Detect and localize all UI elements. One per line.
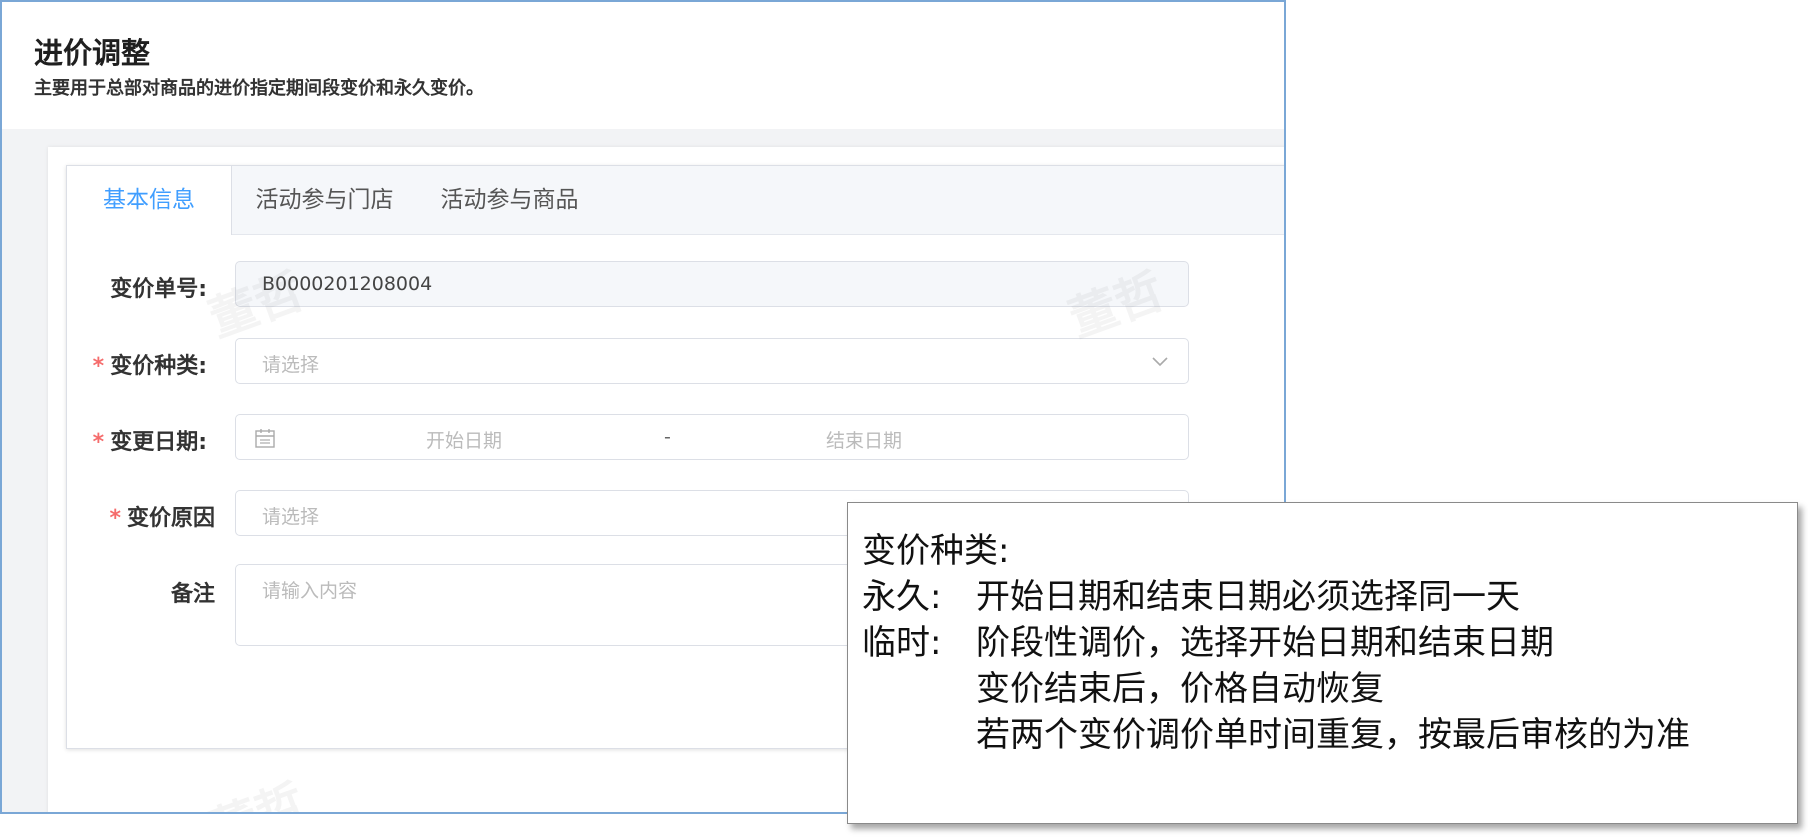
note-title: 变价种类: [862,531,1010,571]
reason-label: * 变价原因 [15,500,215,532]
note-line-temporary: 临时: 阶段性调价，选择开始日期和结束日期 [862,615,1554,664]
price-type-select[interactable]: 请选择 [235,338,1189,384]
order-no-label-text: 变价单号: [110,277,207,302]
start-date-input[interactable]: 开始日期 [426,426,502,453]
remark-label-text: 备注 [170,582,215,607]
end-date-input[interactable]: 结束日期 [826,426,902,453]
page-title: 进价调整 [34,36,151,70]
reason-label-text: 变价原因 [126,506,215,531]
note-line-overlap: 若两个变价调价单时间重复，按最后审核的为准 [976,715,1690,755]
tab-basic-info[interactable]: 基本信息 [67,166,232,235]
change-date-label-text: 变更日期: [110,430,207,455]
required-mark: * [109,506,121,531]
note-prefix-permanent: 永久: [862,577,942,617]
order-no-field: B0000201208004 [235,261,1189,307]
tab-participating-stores[interactable]: 活动参与门店 [232,166,417,234]
date-range-picker[interactable]: 开始日期 - 结束日期 [235,414,1189,460]
remark-placeholder: 请输入内容 [262,580,358,602]
date-separator: - [664,426,671,448]
price-type-placeholder: 请选择 [262,354,320,376]
price-type-label: * 变价种类: [7,348,207,380]
watermark: 董哲 [199,763,313,812]
note-line-restore: 变价结束后，价格自动恢复 [976,669,1384,709]
page-header: 进价调整 主要用于总部对商品的进价指定期间段变价和永久变价。 [2,2,1284,129]
note-prefix-temporary: 临时: [862,623,942,663]
change-date-label: * 变更日期: [7,424,207,456]
remark-label: 备注 [15,576,215,608]
page-subtitle: 主要用于总部对商品的进价指定期间段变价和永久变价。 [34,78,484,99]
note-text-temporary: 阶段性调价，选择开始日期和结束日期 [976,623,1554,663]
order-no-value: B0000201208004 [262,273,433,295]
required-mark: * [92,430,105,455]
calendar-icon [254,427,276,454]
note-text-permanent: 开始日期和结束日期必须选择同一天 [976,577,1520,617]
tab-participating-products[interactable]: 活动参与商品 [417,166,602,234]
note-line-permanent: 永久: 开始日期和结束日期必须选择同一天 [862,569,1520,618]
required-mark: * [92,354,105,379]
annotation-note: 变价种类: 永久: 开始日期和结束日期必须选择同一天 临时: 阶段性调价，选择开始日… [847,502,1798,824]
tab-bar: 基本信息 活动参与门店 活动参与商品 [67,166,1284,235]
chevron-down-icon [1150,351,1170,376]
price-type-label-text: 变价种类: [110,354,207,379]
reason-placeholder: 请选择 [262,506,320,528]
order-no-label: 变价单号: [7,271,207,303]
